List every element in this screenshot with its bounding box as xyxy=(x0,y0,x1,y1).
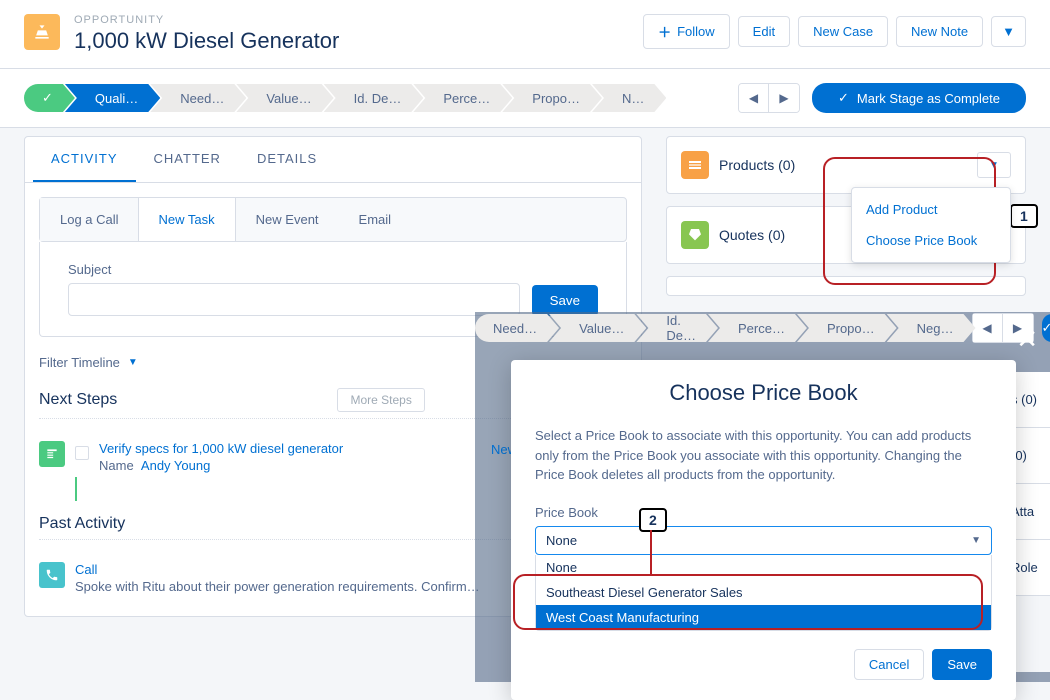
past-activity-title: Past Activity xyxy=(39,515,125,539)
product-icon xyxy=(681,151,709,179)
annotation-callout-2: 2 xyxy=(639,508,667,532)
stage-item[interactable]: Need… xyxy=(150,84,246,112)
modal-title: Choose Price Book xyxy=(535,380,992,406)
stage-item[interactable]: N… xyxy=(592,84,666,112)
contact-link[interactable]: Andy Young xyxy=(141,458,210,473)
annotation-callout-1: 1 xyxy=(1010,204,1038,228)
products-title: Products (0) xyxy=(719,157,795,173)
subject-label: Subject xyxy=(68,262,598,277)
price-book-select[interactable]: None▼ xyxy=(535,526,992,555)
task-checkbox[interactable] xyxy=(75,446,89,460)
partial-card xyxy=(666,276,1026,296)
follow-button[interactable]: ＋Follow xyxy=(643,14,730,49)
quote-icon xyxy=(681,221,709,249)
quotes-title: Quotes (0) xyxy=(719,227,785,243)
check-icon: ✓ xyxy=(838,90,849,106)
chevron-down-icon: ▼ xyxy=(971,535,981,546)
products-dropdown: Add Product Choose Price Book xyxy=(851,187,1011,263)
task-icon xyxy=(39,441,65,467)
tab-email[interactable]: Email xyxy=(339,198,412,241)
bg-stage-item: Value… xyxy=(549,314,646,342)
subject-input[interactable] xyxy=(68,283,520,316)
chevron-down-icon: ▼ xyxy=(128,357,138,368)
bg-stage-item: Need… xyxy=(475,314,559,342)
tab-chatter[interactable]: CHATTER xyxy=(136,137,239,182)
bg-stage-item: Propo… xyxy=(797,314,897,342)
chevron-down-icon: ▼ xyxy=(989,160,999,171)
option-none[interactable]: None xyxy=(536,555,991,580)
page-title: 1,000 kW Diesel Generator xyxy=(74,28,339,54)
chevron-down-icon: ▼ xyxy=(1002,24,1015,39)
bg-stage-item: Neg… xyxy=(887,314,976,342)
close-icon[interactable]: ✕ xyxy=(1016,324,1038,355)
stage-current[interactable]: Quali… xyxy=(65,84,160,112)
stage-path-row: ✓ Quali… Need… Value… Id. De… Perce… Pro… xyxy=(0,69,1050,128)
products-card: Products (0) ▼ Add Product Choose Price … xyxy=(666,136,1026,194)
more-steps-button[interactable]: More Steps xyxy=(337,388,424,412)
path-next-button[interactable]: ▶ xyxy=(769,84,799,112)
stage-item[interactable]: Perce… xyxy=(413,84,512,112)
next-steps-title: Next Steps xyxy=(39,391,117,415)
stage-complete[interactable]: ✓ xyxy=(24,84,75,112)
tab-new-task[interactable]: New Task xyxy=(138,198,236,241)
new-note-button[interactable]: New Note xyxy=(896,16,983,47)
modal-description: Select a Price Book to associate with th… xyxy=(535,426,992,485)
more-actions-button[interactable]: ▼ xyxy=(991,16,1026,47)
bg-stage-path: Need… Value… Id. De… Perce… Propo… Neg… … xyxy=(475,312,1050,344)
name-label: Name xyxy=(99,458,134,473)
modal-save-button[interactable]: Save xyxy=(932,649,992,680)
price-book-label: Price Book xyxy=(535,505,992,520)
tab-details[interactable]: DETAILS xyxy=(239,137,335,182)
stage-item[interactable]: Propo… xyxy=(502,84,602,112)
price-book-options: None Southeast Diesel Generator Sales We… xyxy=(535,555,992,631)
record-type-label: OPPORTUNITY xyxy=(74,14,339,26)
call-icon xyxy=(39,562,65,588)
option-west-coast[interactable]: West Coast Manufacturing xyxy=(536,605,991,630)
cancel-button[interactable]: Cancel xyxy=(854,649,924,680)
tab-activity[interactable]: ACTIVITY xyxy=(33,137,136,182)
stage-path: ✓ Quali… Need… Value… Id. De… Perce… Pro… xyxy=(24,84,726,112)
modal-overlay: Need… Value… Id. De… Perce… Propo… Neg… … xyxy=(475,312,1050,682)
bg-mark-complete: ✓ xyxy=(1042,314,1050,342)
choose-price-book-modal: Choose Price Book Select a Price Book to… xyxy=(511,360,1016,700)
tab-log-call[interactable]: Log a Call xyxy=(40,198,139,241)
opportunity-icon xyxy=(24,14,60,50)
option-southeast[interactable]: Southeast Diesel Generator Sales xyxy=(536,580,991,605)
add-product-item[interactable]: Add Product xyxy=(852,194,1010,225)
path-nav: ◀ ▶ xyxy=(738,83,800,113)
bg-stage-item: Id. De… xyxy=(636,314,718,342)
tab-new-event[interactable]: New Event xyxy=(236,198,339,241)
choose-price-book-item[interactable]: Choose Price Book xyxy=(852,225,1010,256)
edit-button[interactable]: Edit xyxy=(738,16,790,47)
stage-item[interactable]: Value… xyxy=(236,84,333,112)
products-menu-button[interactable]: ▼ xyxy=(977,152,1011,178)
activity-tabset: Log a Call New Task New Event Email xyxy=(39,197,627,242)
task-link[interactable]: Verify specs for 1,000 kW diesel generat… xyxy=(99,441,343,456)
mark-complete-button[interactable]: ✓Mark Stage as Complete xyxy=(812,83,1026,113)
call-link[interactable]: Call xyxy=(75,562,97,577)
path-prev-button[interactable]: ◀ xyxy=(739,84,769,112)
page-header: OPPORTUNITY 1,000 kW Diesel Generator ＋F… xyxy=(0,0,1050,69)
bg-stage-item: Perce… xyxy=(708,314,807,342)
new-case-button[interactable]: New Case xyxy=(798,16,888,47)
bg-path-prev: ◀ xyxy=(973,314,1003,342)
stage-item[interactable]: Id. De… xyxy=(324,84,424,112)
main-tabset: ACTIVITY CHATTER DETAILS xyxy=(25,137,641,183)
annotation-line-2 xyxy=(650,530,652,574)
